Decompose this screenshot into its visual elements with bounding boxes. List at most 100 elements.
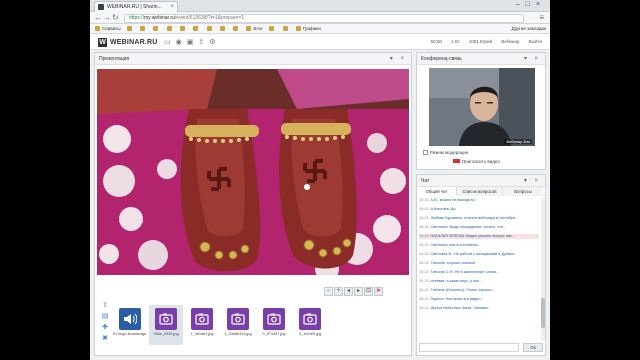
thumbnail-image[interactable]: 1_4e0ab1.jpg bbox=[185, 305, 219, 336]
moderation-label: Режим модерации bbox=[430, 150, 469, 155]
camera-icon[interactable]: ▣ bbox=[187, 39, 199, 46]
logo-text: WEBINAR.RU bbox=[110, 38, 158, 46]
webcam-video: Вебинар Бэк bbox=[429, 68, 535, 146]
chat-messages: 10:13 А.В., можно не выходить? 10:13 А.Кисе… bbox=[419, 198, 539, 340]
thumbnail-label: 01 Ilogo-knowledge... bbox=[113, 332, 147, 336]
bookmark[interactable] bbox=[219, 24, 227, 33]
thumbnail-image[interactable]: 0_573467.jpg bbox=[257, 305, 291, 336]
pointer-icon[interactable]: ➤ bbox=[374, 287, 383, 296]
bookmark[interactable] bbox=[269, 24, 276, 33]
browser-menu-icon[interactable]: ≡ bbox=[539, 13, 544, 22]
chat-message-time: 10:13 bbox=[419, 288, 429, 292]
thumbnail-image[interactable]: 0_1e2d0f.jpg bbox=[293, 305, 327, 336]
logo-mark: W bbox=[98, 37, 107, 47]
video-name-tag: Вебинар Бэк bbox=[504, 139, 532, 144]
zoom-in-icon[interactable]: + bbox=[334, 287, 343, 296]
bookmark[interactable] bbox=[179, 24, 187, 33]
chat-input[interactable] bbox=[419, 343, 519, 352]
bookmark[interactable] bbox=[282, 24, 290, 33]
bookmark-services[interactable]: Сервисы bbox=[95, 24, 121, 33]
tab-title: WEBINAR.RU | Sharin... bbox=[107, 4, 162, 10]
chat-message: 10:13 Светлана В.: Не работа с женщинами … bbox=[419, 252, 539, 257]
chat-message: 10:13 сетевая: а какие вкус, у нас... bbox=[419, 279, 539, 284]
url-input[interactable]: https://my.webinar.ru/event/613638/?t=1&… bbox=[124, 14, 524, 23]
event-link[interactable]: Вебинар bbox=[501, 39, 519, 44]
bookmark[interactable] bbox=[193, 24, 200, 33]
thumbnail-image[interactable]: 1_04e8b31d.jpg bbox=[221, 305, 255, 336]
tab-general-chat[interactable]: Общий чат bbox=[417, 187, 457, 196]
bookmark[interactable] bbox=[126, 24, 134, 33]
image-icon bbox=[155, 308, 177, 330]
presentation-title: Презентация bbox=[99, 56, 130, 62]
tab-question-list[interactable]: Список вопросов bbox=[457, 187, 503, 196]
bookmark-graphics[interactable]: Графики bbox=[295, 24, 321, 33]
image-icon bbox=[227, 308, 249, 330]
moderation-checkbox[interactable] bbox=[423, 150, 428, 155]
chat-message-time: 10:13 bbox=[419, 297, 429, 301]
chat-message: 10:13 Ларисо: Настасия это видео... bbox=[419, 297, 539, 302]
chat-panel-header: Чат ▾ × bbox=[417, 175, 545, 187]
chat-message-text: Ирина Небесные Чаны: Человек... bbox=[430, 306, 492, 310]
moderation-toggle[interactable]: Режим модерации bbox=[423, 150, 468, 155]
user-name[interactable]: 1001 Юрий bbox=[469, 39, 492, 44]
participants-count[interactable]: 1 Ю bbox=[451, 39, 459, 44]
thumbnail-label: 0_573467.jpg bbox=[262, 332, 286, 336]
reload-icon[interactable]: ↻ bbox=[112, 13, 119, 23]
share-icon[interactable]: ⇪ bbox=[198, 39, 209, 46]
chat-message-text: Татьяна (Ильиных): Очень хорошо... bbox=[430, 288, 495, 292]
upload-icon[interactable]: ⇧ bbox=[99, 301, 111, 312]
browser-tab[interactable]: WEBINAR.RU | Sharin... × bbox=[94, 1, 178, 12]
panel-controls[interactable]: ▾ × bbox=[524, 175, 541, 187]
bookmark[interactable] bbox=[206, 24, 214, 33]
bookmark-blog[interactable]: Блог bbox=[246, 24, 263, 33]
tab-questions[interactable]: Вопросы bbox=[503, 187, 543, 196]
window-controls[interactable]: –□× bbox=[516, 1, 546, 8]
zoom-out-icon[interactable]: − bbox=[324, 287, 333, 296]
media-side-icons: ⇧ ▤ ✚ ✖ bbox=[99, 301, 111, 345]
bookmark-other[interactable]: Другие закладки bbox=[512, 24, 546, 33]
presentation-panel: Презентация ▾ × − + ◂ ▸ ⊡ ➤ ⇧ ▤ ✚ ✖ 01 I… bbox=[94, 52, 412, 356]
panel-controls[interactable]: ▾ × bbox=[390, 53, 407, 65]
chat-message-time: 10:13 bbox=[419, 306, 429, 310]
chat-scrollbar[interactable] bbox=[541, 198, 545, 340]
timer: 50:00 bbox=[430, 39, 442, 44]
settings-icon[interactable]: ⚙ bbox=[209, 39, 220, 46]
chat-scroll-thumb[interactable] bbox=[541, 298, 545, 328]
chat-message: 10:13 Светлана: Выдо обсуждение: ничего, … bbox=[419, 225, 539, 230]
address-bar: ← → ↻ https://my.webinar.ru/event/613638… bbox=[90, 12, 550, 24]
thumbnail-label: 1_4e0ab1.jpg bbox=[190, 332, 214, 336]
chat-message-text: НАТАЛЬЯ ЗЕЛЕНА: Видео решить вопрос нас.… bbox=[430, 234, 516, 238]
bookmark[interactable] bbox=[233, 24, 240, 33]
panel-controls[interactable]: ▾ × bbox=[524, 53, 541, 65]
chat-message: 10:13 А.В., можно не выходить? bbox=[419, 198, 539, 203]
layout-icon[interactable]: ▭ bbox=[164, 39, 176, 46]
invite-video-button[interactable]: Пригласить видео bbox=[453, 159, 500, 164]
bookmarks-bar: Сервисы Блог Графики Другие закладки bbox=[90, 24, 550, 34]
chat-message-time: 10:13 bbox=[419, 216, 429, 220]
thumbnail-image[interactable]: Slide_0349.jpg bbox=[149, 305, 183, 345]
chat-message-time: 10:13 bbox=[419, 243, 429, 247]
prev-slide-icon[interactable]: ◂ bbox=[344, 287, 353, 296]
app-toolbar: ▭◉▣⇪⚙ bbox=[164, 38, 221, 46]
add-icon[interactable]: ✚ bbox=[99, 323, 111, 334]
chat-message: 10:13 Светлана: вся в состоянии... bbox=[419, 243, 539, 248]
image-icon bbox=[263, 308, 285, 330]
chat-message-time: 10:13 bbox=[419, 279, 429, 283]
chat-message-time: 10:13 bbox=[419, 225, 429, 229]
close-tab-icon[interactable]: × bbox=[170, 2, 174, 12]
exit-link[interactable]: Выйти bbox=[529, 39, 542, 44]
back-icon[interactable]: ← bbox=[94, 13, 102, 23]
chat-send-button[interactable]: Ок bbox=[523, 343, 543, 352]
thumbnail-audio[interactable]: 01 Ilogo-knowledge... bbox=[113, 305, 147, 336]
next-slide-icon[interactable]: ▸ bbox=[354, 287, 363, 296]
bookmark[interactable] bbox=[166, 24, 174, 33]
slide-picture bbox=[97, 69, 409, 275]
folder-icon[interactable]: ▤ bbox=[99, 312, 111, 323]
forward-icon[interactable]: → bbox=[103, 13, 111, 23]
fit-icon[interactable]: ⊡ bbox=[364, 287, 373, 296]
bookmark[interactable] bbox=[140, 24, 147, 33]
mic-icon[interactable]: ◉ bbox=[176, 39, 187, 46]
delete-icon[interactable]: ✖ bbox=[99, 334, 111, 345]
bookmark[interactable] bbox=[153, 24, 160, 33]
chat-message-text: Светлана В.: Не работа с женщинами в Дун… bbox=[430, 252, 518, 256]
